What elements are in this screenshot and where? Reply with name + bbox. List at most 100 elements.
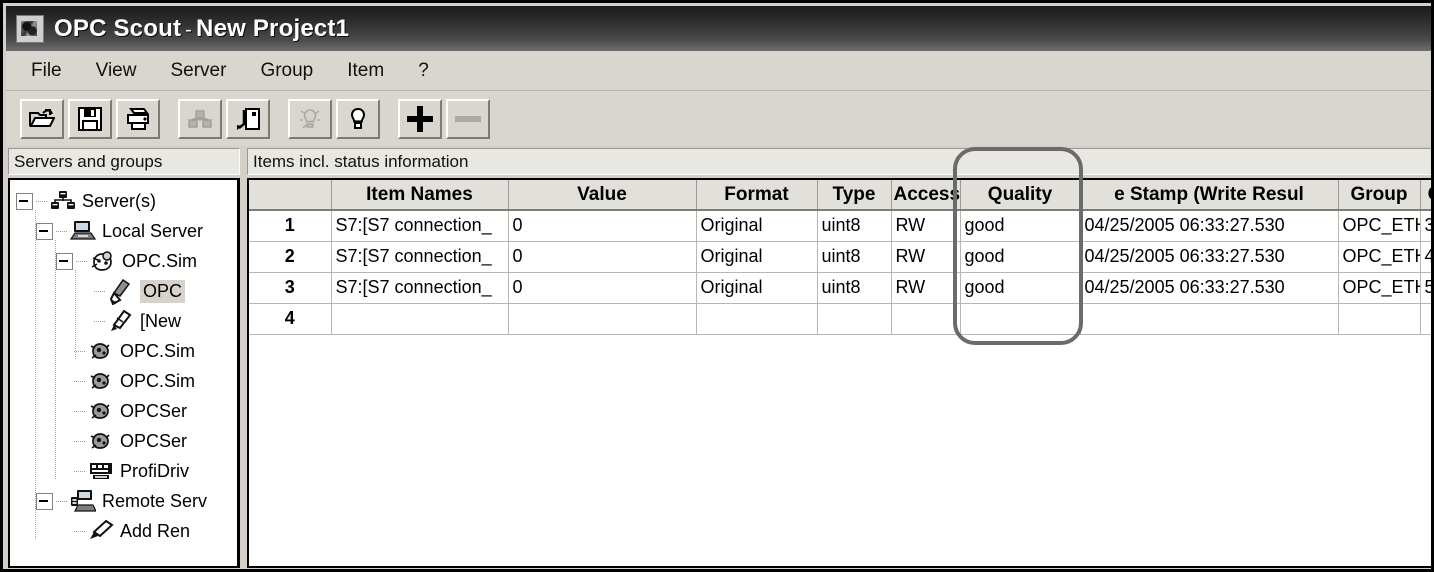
tree-item-opcser[interactable]: OPCSer bbox=[10, 396, 237, 426]
toolbar-monitor-on[interactable] bbox=[288, 98, 332, 139]
menu-help[interactable]: ? bbox=[403, 56, 444, 86]
window-bottom-edge bbox=[6, 568, 1431, 569]
toolbar-add-item[interactable] bbox=[398, 98, 442, 139]
tree-item-new[interactable]: [New bbox=[10, 306, 237, 336]
row-number-cell[interactable]: 3 bbox=[249, 272, 332, 304]
toolbar-server-group[interactable] bbox=[178, 98, 222, 139]
cell-type[interactable]: uint8 bbox=[817, 272, 892, 304]
cell-value[interactable]: 0 bbox=[508, 241, 697, 273]
tree-item-opcser[interactable]: OPCSer bbox=[10, 426, 237, 456]
toolbar-add-group[interactable] bbox=[226, 98, 270, 139]
tree-guide-line-3 bbox=[75, 270, 76, 360]
cell-item[interactable]: S7:[S7 connection_ bbox=[331, 241, 509, 273]
toolbar-separator-3 bbox=[384, 99, 398, 139]
cell-format[interactable]: Original bbox=[696, 241, 818, 273]
cell-access[interactable]: RW bbox=[891, 210, 961, 242]
cell-last[interactable]: 5 bbox=[1420, 272, 1431, 304]
column-quality[interactable]: Quality bbox=[960, 180, 1081, 211]
lightbulb-off-icon bbox=[348, 107, 368, 131]
column-value[interactable]: Value bbox=[508, 180, 697, 211]
cell-group[interactable]: OPC_ETH bbox=[1338, 272, 1421, 304]
column-type[interactable]: Type bbox=[817, 180, 892, 211]
toolbar-save[interactable] bbox=[68, 98, 112, 139]
cell-access[interactable] bbox=[891, 303, 961, 335]
cell-quality[interactable]: good bbox=[960, 272, 1081, 304]
cell-value[interactable] bbox=[508, 303, 697, 335]
column-group[interactable]: Group bbox=[1338, 180, 1421, 211]
tree-item-opc-sim[interactable]: OPC.Sim bbox=[10, 246, 237, 276]
cell-type[interactable]: uint8 bbox=[817, 241, 892, 273]
cell-timestamp[interactable]: 04/25/2005 06:33:27.530 bbox=[1080, 210, 1339, 242]
cell-item[interactable]: S7:[S7 connection_ bbox=[331, 210, 509, 242]
tree-expander-collapse-icon[interactable] bbox=[36, 492, 53, 510]
column-access[interactable]: Access bbox=[891, 180, 961, 211]
toolbar-print[interactable] bbox=[116, 98, 160, 139]
toolbar-monitor-off[interactable] bbox=[336, 98, 380, 139]
menu-view[interactable]: View bbox=[81, 56, 152, 86]
menu-item[interactable]: Item bbox=[332, 56, 399, 86]
cell-group[interactable] bbox=[1338, 303, 1421, 335]
column-item-names[interactable]: Item Names bbox=[331, 180, 509, 211]
column-partial[interactable]: C bbox=[1420, 180, 1431, 211]
cell-last[interactable]: 4 bbox=[1420, 241, 1431, 273]
toolbar-open[interactable] bbox=[20, 98, 64, 139]
tree-connector-line bbox=[36, 200, 48, 202]
tree-expander-collapse-icon[interactable] bbox=[16, 192, 33, 210]
servers-and-groups-tree[interactable]: Server(s) Local Server OPC.Sim OPC [New OPC.S… bbox=[8, 178, 240, 568]
plus-icon bbox=[405, 104, 435, 134]
table-row[interactable]: 2 S7:[S7 connection_ 0 Original uint8 RW good 0… bbox=[249, 241, 1431, 273]
tree-item-opc[interactable]: OPC bbox=[10, 276, 237, 306]
cell-timestamp[interactable]: 04/25/2005 06:33:27.530 bbox=[1080, 272, 1339, 304]
cell-last[interactable] bbox=[1420, 303, 1431, 335]
cell-type[interactable] bbox=[817, 303, 892, 335]
row-number-cell[interactable]: 2 bbox=[249, 241, 332, 273]
table-row[interactable]: 1 S7:[S7 connection_ 0 Original uint8 RW good 0… bbox=[249, 210, 1431, 242]
column-time-stamp-write-result[interactable]: e Stamp (Write Resul bbox=[1080, 180, 1339, 211]
cell-quality[interactable]: good bbox=[960, 241, 1081, 273]
menu-server[interactable]: Server bbox=[155, 56, 241, 86]
opc-server-icon bbox=[88, 429, 114, 453]
menu-file[interactable]: File bbox=[16, 56, 77, 86]
cell-format[interactable] bbox=[696, 303, 818, 335]
cell-quality[interactable] bbox=[960, 303, 1081, 335]
tree-item-local-server[interactable]: Local Server bbox=[10, 216, 237, 246]
servers-and-groups-header: Servers and groups bbox=[8, 148, 240, 175]
cell-format[interactable]: Original bbox=[696, 210, 818, 242]
tree-item-opc-sim[interactable]: OPC.Sim bbox=[10, 336, 237, 366]
tree-item-opc-sim[interactable]: OPC.Sim bbox=[10, 366, 237, 396]
row-number-cell[interactable]: 4 bbox=[249, 303, 332, 335]
cell-type[interactable]: uint8 bbox=[817, 210, 892, 242]
cell-format[interactable]: Original bbox=[696, 272, 818, 304]
tree-expander-collapse-icon[interactable] bbox=[56, 252, 73, 270]
items-status-grid[interactable]: Item Names Value Format Type Access Quality e … bbox=[247, 178, 1431, 568]
table-row[interactable]: 4 bbox=[249, 303, 1431, 335]
cell-value[interactable]: 0 bbox=[508, 210, 697, 242]
row-number-cell[interactable]: 1 bbox=[249, 210, 332, 242]
cell-group[interactable]: OPC_ETH bbox=[1338, 210, 1421, 242]
cell-access[interactable]: RW bbox=[891, 272, 961, 304]
toolbar-separator-2 bbox=[274, 99, 288, 139]
tree-item-add-ren[interactable]: Add Ren bbox=[10, 516, 237, 546]
tree-item-profidriv[interactable]: ProfiDriv bbox=[10, 456, 237, 486]
cell-value[interactable]: 0 bbox=[508, 272, 697, 304]
tree-item-remote-serv[interactable]: Remote Serv bbox=[10, 486, 237, 516]
tree-connector-line bbox=[74, 380, 86, 382]
tree-item-label: OPCSer bbox=[120, 400, 188, 421]
cell-item[interactable]: S7:[S7 connection_ bbox=[331, 272, 509, 304]
tree-guide-line-2 bbox=[55, 240, 56, 480]
menu-group[interactable]: Group bbox=[245, 56, 328, 86]
cell-timestamp[interactable] bbox=[1080, 303, 1339, 335]
cell-access[interactable]: RW bbox=[891, 241, 961, 273]
cell-timestamp[interactable]: 04/25/2005 06:33:27.530 bbox=[1080, 241, 1339, 273]
cell-quality[interactable]: good bbox=[960, 210, 1081, 242]
column-format[interactable]: Format bbox=[696, 180, 818, 211]
column-row-number[interactable] bbox=[249, 180, 332, 211]
toolbar-remove-item[interactable] bbox=[446, 98, 490, 139]
tree-expander-collapse-icon[interactable] bbox=[36, 222, 53, 240]
tree-item-server-s[interactable]: Server(s) bbox=[10, 186, 237, 216]
table-row[interactable]: 3 S7:[S7 connection_ 0 Original uint8 RW good 0… bbox=[249, 272, 1431, 304]
cell-item[interactable] bbox=[331, 303, 509, 335]
cell-last[interactable]: 3 bbox=[1420, 210, 1431, 242]
toolbar-separator-1 bbox=[164, 99, 178, 139]
cell-group[interactable]: OPC_ETH bbox=[1338, 241, 1421, 273]
